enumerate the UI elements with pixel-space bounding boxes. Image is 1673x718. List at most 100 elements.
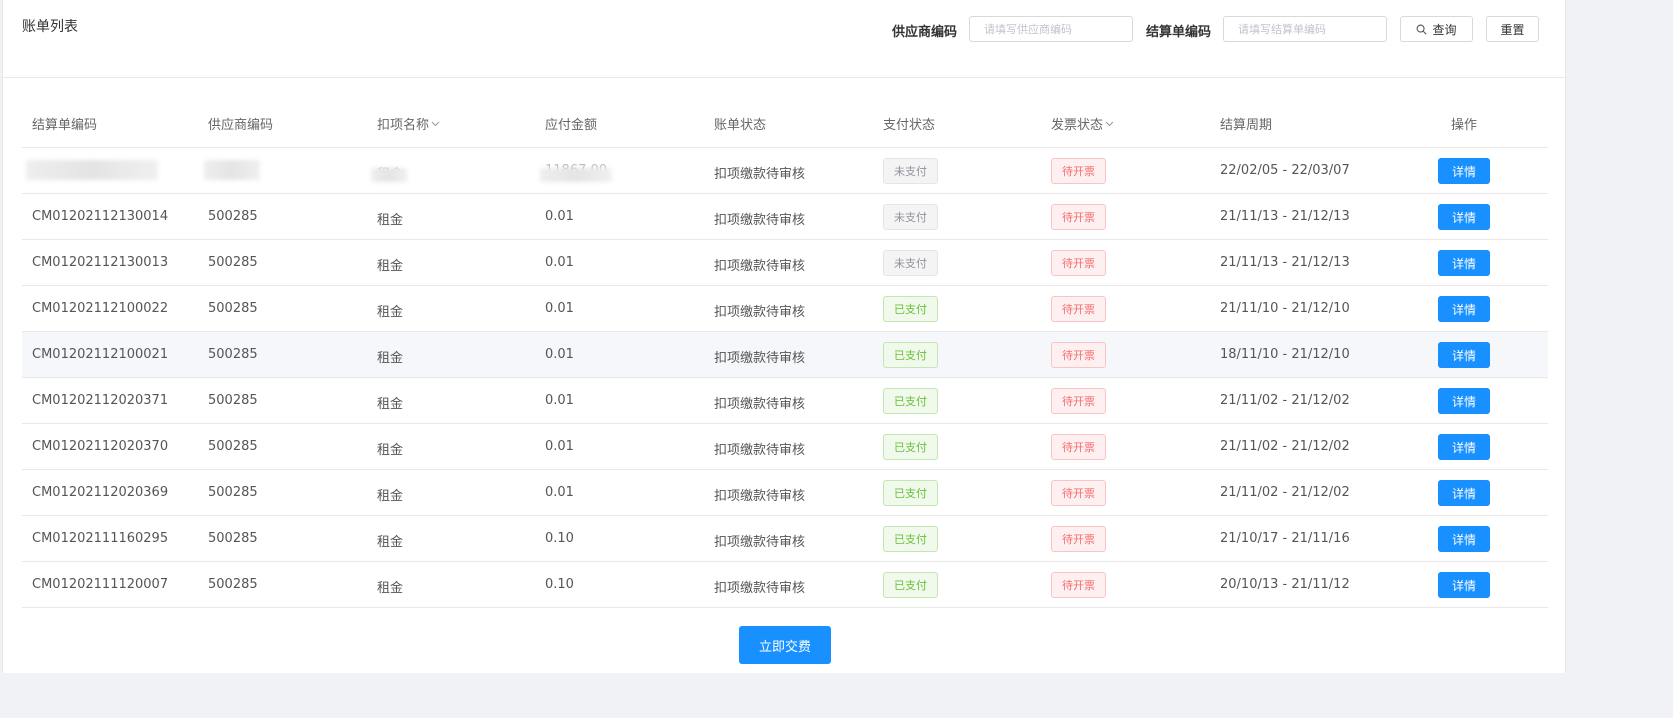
page-title: 账单列表 — [22, 19, 78, 35]
table-row: CM01202112100021 500285 租金 0.01 扣项缴款待审核 已支付 待开… — [22, 332, 1548, 378]
deduction-name-cell: 租金 — [377, 489, 404, 504]
table-row: CM01202111120007 500285 租金 0.10 扣项缴款待审核 已支付 待开… — [22, 562, 1548, 608]
search-button[interactable]: 查询 — [1400, 16, 1473, 42]
settlement-period-cell: 21/11/02 - 21/12/02 — [1220, 393, 1350, 408]
bill-status-cell: 扣项缴款待审核 — [714, 213, 806, 228]
redacted-deduction-name — [371, 168, 407, 182]
column-deduction-name[interactable]: 扣项名称 — [377, 114, 440, 133]
deduction-name-cell: 租金 — [377, 259, 404, 274]
detail-button[interactable]: 详情 — [1438, 480, 1490, 506]
amount-cell: 0.01 — [545, 301, 574, 316]
detail-button[interactable]: 详情 — [1438, 204, 1490, 230]
invoice-status-badge: 待开票 — [1051, 572, 1106, 598]
redacted-amount — [540, 168, 612, 182]
detail-button[interactable]: 详情 — [1438, 342, 1490, 368]
detail-button[interactable]: 详情 — [1438, 572, 1490, 598]
bill-status-cell: 扣项缴款待审核 — [714, 167, 806, 182]
settlement-period-cell: 21/11/13 - 21/12/13 — [1220, 209, 1350, 224]
filter-header: 账单列表 供应商编码 结算单编码 查询 重置 — [3, 0, 1565, 78]
settlement-period-cell: 21/11/02 - 21/12/02 — [1220, 439, 1350, 454]
invoice-status-badge: 待开票 — [1051, 158, 1106, 184]
deduction-name-cell: 租金 — [377, 351, 404, 366]
reset-button[interactable]: 重置 — [1486, 16, 1539, 42]
settlement-period-cell: 21/10/17 - 21/11/16 — [1220, 531, 1350, 546]
column-deduction-name-label: 扣项名称 — [377, 118, 430, 133]
supplier-code-cell: 500285 — [208, 485, 258, 500]
column-invoice-status[interactable]: 发票状态 — [1051, 114, 1114, 133]
bill-status-cell: 扣项缴款待审核 — [714, 535, 806, 550]
search-icon — [1417, 24, 1427, 34]
settlement-code-cell: CM01202112020370 — [32, 439, 169, 454]
payment-status-badge: 已支付 — [883, 526, 938, 552]
supplier-code-cell: 500285 — [208, 301, 258, 316]
detail-button[interactable]: 详情 — [1438, 526, 1490, 552]
detail-button[interactable]: 详情 — [1438, 158, 1490, 184]
settlement-code-cell: CM01202112100022 — [32, 301, 169, 316]
amount-cell: 0.01 — [545, 393, 574, 408]
deduction-name-cell: 租金 — [377, 213, 404, 228]
payment-status-badge: 未支付 — [883, 158, 938, 184]
table-row: CM01202112130013 500285 租金 0.01 扣项缴款待审核 未支付 待开… — [22, 240, 1548, 286]
amount-cell: 0.01 — [545, 209, 574, 224]
payment-status-badge: 未支付 — [883, 204, 938, 230]
invoice-status-badge: 待开票 — [1051, 204, 1106, 230]
detail-button[interactable]: 详情 — [1438, 250, 1490, 276]
settlement-period-cell: 21/11/10 - 21/12/10 — [1220, 301, 1350, 316]
payment-status-badge: 已支付 — [883, 388, 938, 414]
bill-list-card: 账单列表 供应商编码 结算单编码 查询 重置 结算单编码 供应商编码 扣项名称 … — [2, 0, 1566, 673]
settlement-code-cell: CM01202112100021 — [32, 347, 169, 362]
settlement-code-cell: CM01202111160295 — [32, 531, 169, 546]
column-invoice-status-label: 发票状态 — [1051, 118, 1104, 133]
table-row: CM01202111160295 500285 租金 0.10 扣项缴款待审核 已支付 待开… — [22, 516, 1548, 562]
settlement-code-input[interactable] — [1223, 16, 1387, 42]
settlement-period-cell: 20/10/13 - 21/11/12 — [1220, 577, 1350, 592]
detail-button[interactable]: 详情 — [1438, 434, 1490, 460]
settlement-code-cell: CM01202112020371 — [32, 393, 169, 408]
supplier-code-cell: 500285 — [208, 577, 258, 592]
column-settlement-period: 结算周期 — [1220, 118, 1273, 133]
bill-status-cell: 扣项缴款待审核 — [714, 581, 806, 596]
payment-status-badge: 已支付 — [883, 480, 938, 506]
chevron-down-icon — [431, 121, 440, 126]
search-button-label: 查询 — [1432, 22, 1457, 37]
detail-button[interactable]: 详情 — [1438, 388, 1490, 414]
settlement-code-cell: CM01202112020369 — [32, 485, 169, 500]
invoice-status-badge: 待开票 — [1051, 434, 1106, 460]
settlement-period-cell: 21/11/02 - 21/12/02 — [1220, 485, 1350, 500]
invoice-status-badge: 待开票 — [1051, 250, 1106, 276]
supplier-code-cell: 500285 — [208, 393, 258, 408]
payment-status-badge: 已支付 — [883, 342, 938, 368]
payment-status-badge: 已支付 — [883, 434, 938, 460]
bill-status-cell: 扣项缴款待审核 — [714, 489, 806, 504]
amount-cell: 0.01 — [545, 439, 574, 454]
invoice-status-badge: 待开票 — [1051, 480, 1106, 506]
table-row: 租金11867.00扣项缴款待审核未支付待开票22/02/05 - 22/03/… — [22, 148, 1548, 194]
bill-table: 结算单编码 供应商编码 扣项名称 应付金额 账单状态 支付状态 发票状态 结算周… — [22, 98, 1548, 608]
chevron-down-icon — [1105, 121, 1114, 126]
table-row: CM01202112020370 500285 租金 0.01 扣项缴款待审核 已支付 待开… — [22, 424, 1548, 470]
invoice-status-badge: 待开票 — [1051, 342, 1106, 368]
settlement-period-cell: 21/11/13 - 21/12/13 — [1220, 255, 1350, 270]
settlement-period-cell: 18/11/10 - 21/12/10 — [1220, 347, 1350, 362]
detail-button[interactable]: 详情 — [1438, 296, 1490, 322]
deduction-name-cell: 租金 — [377, 535, 404, 550]
table-row: CM01202112130014 500285 租金 0.01 扣项缴款待审核 未支付 待开… — [22, 194, 1548, 240]
payment-status-badge: 未支付 — [883, 250, 938, 276]
pay-now-button[interactable]: 立即交费 — [739, 626, 831, 664]
settlement-code-cell: CM01202112130013 — [32, 255, 169, 270]
settlement-code-cell: CM01202111120007 — [32, 577, 169, 592]
amount-cell: 0.01 — [545, 485, 574, 500]
deduction-name-cell: 租金 — [377, 443, 404, 458]
amount-cell: 0.01 — [545, 255, 574, 270]
supplier-code-input[interactable] — [969, 16, 1133, 42]
supplier-code-label: 供应商编码 — [892, 25, 958, 40]
supplier-code-cell: 500285 — [208, 255, 258, 270]
table-row: CM01202112100022 500285 租金 0.01 扣项缴款待审核 已支付 待开… — [22, 286, 1548, 332]
amount-cell: 0.10 — [545, 577, 574, 592]
amount-cell: 0.10 — [545, 531, 574, 546]
bill-status-cell: 扣项缴款待审核 — [714, 351, 806, 366]
column-amount-payable: 应付金额 — [545, 118, 598, 133]
table-header: 结算单编码 供应商编码 扣项名称 应付金额 账单状态 支付状态 发票状态 结算周… — [22, 98, 1548, 148]
supplier-code-cell: 500285 — [208, 531, 258, 546]
amount-cell: 0.01 — [545, 347, 574, 362]
